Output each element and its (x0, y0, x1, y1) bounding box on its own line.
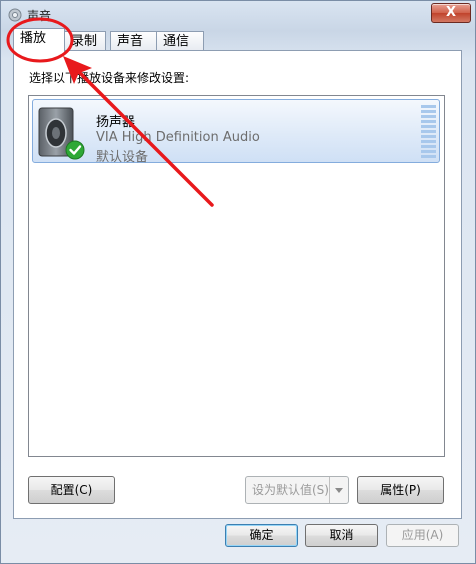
configure-button[interactable]: 配置(C) (28, 476, 115, 504)
sound-settings-icon (8, 8, 22, 22)
configure-label: 配置(C) (50, 483, 93, 497)
chevron-down-icon[interactable] (329, 477, 348, 503)
apply-label: 应用(A) (401, 528, 444, 542)
device-status: 默认设备 (96, 150, 149, 165)
tab-label: 播放 (20, 31, 47, 46)
apply-button[interactable]: 应用(A) (386, 524, 459, 547)
tab-label: 通信 (163, 34, 190, 49)
tab-sounds[interactable]: 声音 (110, 31, 158, 51)
sound-dialog: 声音 X 播放 录制 声音 通信 选择以下播放设备来修改设置: 扬声器 VIA … (0, 0, 476, 564)
properties-button[interactable]: 属性(P) (357, 476, 444, 504)
properties-label: 属性(P) (380, 483, 421, 497)
volume-level-meter (421, 105, 436, 159)
tab-playback[interactable]: 播放 (13, 28, 65, 52)
device-name: 扬声器 (96, 115, 136, 130)
tab-communications[interactable]: 通信 (156, 31, 204, 51)
close-icon: X (445, 5, 457, 20)
instruction-text: 选择以下播放设备来修改设置: (29, 71, 190, 85)
speaker-icon (38, 107, 85, 160)
green-check-icon (65, 140, 85, 160)
tab-recording[interactable]: 录制 (64, 31, 106, 51)
ok-label: 确定 (249, 528, 274, 542)
ok-button[interactable]: 确定 (225, 524, 298, 547)
title-bar[interactable]: 声音 X (1, 1, 475, 29)
device-driver: VIA High Definition Audio (96, 130, 260, 145)
window-title: 声音 (27, 9, 52, 23)
close-button[interactable]: X (431, 3, 471, 23)
tab-label: 声音 (117, 34, 144, 49)
cancel-button[interactable]: 取消 (305, 524, 378, 547)
set-default-button[interactable]: 设为默认值(S) (245, 476, 349, 504)
device-item-speakers[interactable]: 扬声器 VIA High Definition Audio 默认设备 (32, 99, 440, 165)
cancel-label: 取消 (329, 528, 354, 542)
device-list[interactable]: 扬声器 VIA High Definition Audio 默认设备 (28, 95, 445, 457)
tab-label: 录制 (71, 34, 98, 49)
set-default-label: 设为默认值(S) (252, 483, 329, 497)
